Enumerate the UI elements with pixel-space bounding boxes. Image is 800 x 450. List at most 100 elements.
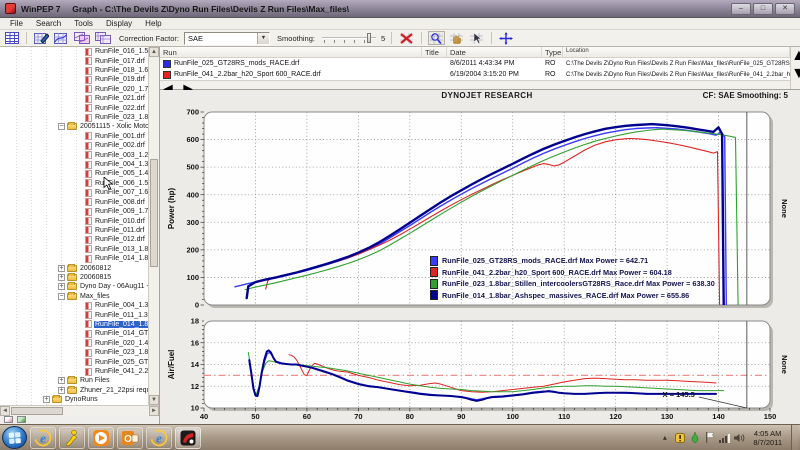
mini-chart-icon[interactable] xyxy=(4,416,13,423)
scrollbar-thumb[interactable] xyxy=(11,407,63,415)
clear-graph-button[interactable] xyxy=(398,31,415,45)
tree-item[interactable]: +Dyno Day - 06Aug11 - 3 xyxy=(0,282,148,291)
column-header-date[interactable]: Date xyxy=(447,47,542,57)
tree-item[interactable]: −20051115 - Xolic Motor xyxy=(0,122,148,131)
tree-expander-icon[interactable]: + xyxy=(58,274,65,281)
tree-item[interactable]: RunFile_019.drf xyxy=(0,75,148,84)
restore-button[interactable]: □ xyxy=(753,3,773,15)
tree-item[interactable]: RunFile_023_1.8ba xyxy=(0,113,148,122)
airfuel-chart[interactable]: 1012141618405060708090100110120130140150… xyxy=(160,318,800,424)
taskbar-app-internet-explorer-2[interactable]: e xyxy=(146,427,172,449)
slider-thumb[interactable] xyxy=(367,33,371,43)
mini-chart-icon[interactable] xyxy=(17,416,26,423)
menu-tools[interactable]: Tools xyxy=(68,19,99,28)
filelist-header[interactable]: RunTitleDateTypeLocation xyxy=(160,47,790,58)
tree-item[interactable]: −Max_files xyxy=(0,292,148,301)
tree-horizontal-scrollbar[interactable]: ◄ ► xyxy=(0,405,159,416)
tree-expander-icon[interactable]: − xyxy=(58,123,65,130)
tree-item[interactable]: RunFile_005_1.4ba xyxy=(0,169,148,178)
filelist-horizontal-scrollbar[interactable]: ◄ ► xyxy=(160,80,790,89)
scroll-up-icon[interactable]: ▲ xyxy=(149,47,159,57)
tree-item[interactable]: RunFile_012.drf xyxy=(0,235,148,244)
tree-item[interactable]: RunFile_021.drf xyxy=(0,94,148,103)
tree-item[interactable]: RunFile_002.drf xyxy=(0,141,148,150)
tree-item[interactable]: RunFile_014_1.8ba xyxy=(0,320,148,329)
title-bar[interactable]: WinPEP 7 Graph - C:\The Devils Z\Dyno Ru… xyxy=(0,0,800,18)
taskbar-app-winpep[interactable] xyxy=(175,427,201,449)
tree-item[interactable]: +DynoRuns xyxy=(0,395,148,404)
minimize-button[interactable]: – xyxy=(731,3,751,15)
alert-icon[interactable] xyxy=(674,432,685,443)
hidden-icons-arrow-icon[interactable]: ▴ xyxy=(659,432,670,443)
tree-item[interactable]: RunFile_008.drf xyxy=(0,198,148,207)
column-header-run[interactable]: Run xyxy=(160,47,422,57)
tree-item[interactable]: RunFile_016_1.5ba xyxy=(0,47,148,56)
file-row[interactable]: RunFile_025_GT28RS_mods_RACE.drf8/6/2011… xyxy=(160,58,790,69)
filelist-vertical-scrollbar[interactable]: ▲ ▼ xyxy=(790,47,800,89)
tree-item[interactable]: RunFile_011_1.3ba xyxy=(0,310,148,319)
tree-item[interactable]: RunFile_020_1.7ba xyxy=(0,85,148,94)
tree-expander-icon[interactable]: − xyxy=(58,293,65,300)
start-button[interactable] xyxy=(2,426,27,449)
tree-item[interactable]: RunFile_014_1.8ba xyxy=(0,254,148,263)
file-row[interactable]: RunFile_041_2.2bar_h20_Sport 600_RACE.dr… xyxy=(160,69,790,80)
tree-item[interactable]: +Run Files xyxy=(0,376,148,385)
taskbar-app-outlook[interactable]: O xyxy=(117,427,143,449)
tree-item[interactable]: RunFile_014_GT28 xyxy=(0,329,148,338)
graph-edit-button[interactable] xyxy=(33,31,50,45)
menu-file[interactable]: File xyxy=(4,19,29,28)
column-header-type[interactable]: Type xyxy=(542,47,563,57)
tree-item[interactable]: RunFile_018_1.6ba xyxy=(0,66,148,75)
scrollbar-thumb[interactable] xyxy=(150,159,158,267)
tree-item[interactable]: RunFile_011.drf xyxy=(0,226,148,235)
pan-tool-button[interactable] xyxy=(448,31,465,45)
tree-item[interactable]: +20060812 xyxy=(0,263,148,272)
tree-item[interactable]: +20060815 xyxy=(0,273,148,282)
network-icon[interactable] xyxy=(719,432,730,443)
zoom-tool-button[interactable] xyxy=(428,31,445,45)
tree-expander-icon[interactable]: + xyxy=(43,396,50,403)
tree-item[interactable]: RunFile_022.drf xyxy=(0,103,148,112)
show-desktop-button[interactable] xyxy=(791,425,798,450)
overlay-graphs-button[interactable] xyxy=(73,31,91,45)
select-tool-button[interactable] xyxy=(468,31,485,45)
crosshair-tool-button[interactable] xyxy=(498,31,514,45)
tree-item[interactable]: RunFile_004_1.3ba xyxy=(0,301,148,310)
taskbar-app-media-player[interactable] xyxy=(88,427,114,449)
tree-item[interactable]: RunFile_025_GT28 xyxy=(0,357,148,366)
tree-item[interactable]: RunFile_003_1.2ba xyxy=(0,150,148,159)
volume-icon[interactable] xyxy=(734,432,745,443)
menu-search[interactable]: Search xyxy=(30,19,67,28)
scroll-down-icon[interactable]: ▼ xyxy=(149,395,159,405)
power-plan-icon[interactable] xyxy=(689,432,700,443)
tree-expander-icon[interactable]: + xyxy=(58,265,65,272)
tree-item[interactable]: +Zhuner_21_22psi reque xyxy=(0,386,148,395)
taskbar-app-internet-explorer[interactable]: e xyxy=(30,427,56,449)
correction-factor-select[interactable]: SAE ▼ xyxy=(184,32,270,45)
tree-item[interactable]: RunFile_023_1.8ba xyxy=(0,348,148,357)
menu-help[interactable]: Help xyxy=(139,19,167,28)
menu-display[interactable]: Display xyxy=(100,19,138,28)
tree-item[interactable]: RunFile_009_1.7ba xyxy=(0,207,148,216)
tree-expander-icon[interactable]: + xyxy=(58,283,65,290)
tree-item[interactable]: RunFile_007_1.6ba xyxy=(0,188,148,197)
column-header-location[interactable]: Location xyxy=(563,47,790,57)
close-button[interactable]: ✕ xyxy=(775,3,795,15)
tree-expander-icon[interactable]: + xyxy=(58,377,65,384)
scroll-left-icon[interactable]: ◄ xyxy=(0,406,10,416)
tree-vertical-scrollbar[interactable]: ▲ ▼ xyxy=(148,47,159,405)
tree-expander-icon[interactable]: + xyxy=(58,387,65,394)
compare-graphs-button[interactable] xyxy=(94,31,112,45)
tree-item[interactable]: RunFile_041_2.2ba xyxy=(0,367,148,376)
tree-item[interactable]: RunFile_013_1.8ba xyxy=(0,245,148,254)
action-center-flag-icon[interactable] xyxy=(704,432,715,443)
tree-item[interactable]: RunFile_017.drf xyxy=(0,56,148,65)
tree-item[interactable]: RunFile_004_1.3ba xyxy=(0,160,148,169)
smoothing-slider[interactable] xyxy=(320,32,378,44)
table-view-button[interactable] xyxy=(4,31,20,45)
scroll-up-icon[interactable]: ▲ xyxy=(791,47,800,64)
tree-item[interactable]: RunFile_006_1.5ba xyxy=(0,179,148,188)
scroll-down-icon[interactable]: ▼ xyxy=(791,65,800,82)
column-header-title[interactable]: Title xyxy=(422,47,447,57)
tree-item[interactable]: RunFile_001.drf xyxy=(0,132,148,141)
